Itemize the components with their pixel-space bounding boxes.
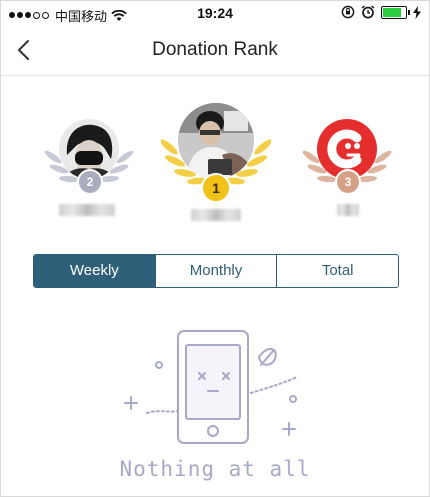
page-title: Donation Rank xyxy=(152,39,278,60)
rank-badge: 2 xyxy=(77,169,103,195)
avatar xyxy=(178,103,254,179)
period-tabs: Weekly Monthly Total xyxy=(33,254,399,288)
status-bar: 中国移动 19:24 xyxy=(1,1,429,27)
rank-1-entry[interactable]: 1 xyxy=(161,99,271,227)
tab-monthly[interactable]: Monthly xyxy=(154,255,277,287)
tab-total[interactable]: Total xyxy=(276,255,398,287)
alarm-icon xyxy=(361,5,375,19)
donor-name-blurred xyxy=(59,204,115,216)
tab-weekly[interactable]: Weekly xyxy=(34,255,155,287)
status-icons xyxy=(341,5,421,19)
donor-name-blurred xyxy=(191,209,241,221)
charging-icon xyxy=(413,5,421,19)
donor-name-blurred xyxy=(337,204,359,216)
battery-icon xyxy=(381,5,410,19)
rank-badge: 3 xyxy=(335,169,361,195)
empty-state-message: Nothing at all xyxy=(119,457,311,481)
nav-bar: Donation Rank xyxy=(1,27,429,76)
rotation-lock-icon xyxy=(341,5,355,19)
rank-2-entry[interactable]: 2 xyxy=(41,111,137,221)
sad-phone-illustration xyxy=(124,330,298,444)
rank-badge: 1 xyxy=(201,173,231,203)
rank-3-entry[interactable]: 3 xyxy=(299,111,395,221)
app-screen: 中国移动 19:24 Donation Rank 2 1 3 Weekly Mo… xyxy=(0,0,430,497)
